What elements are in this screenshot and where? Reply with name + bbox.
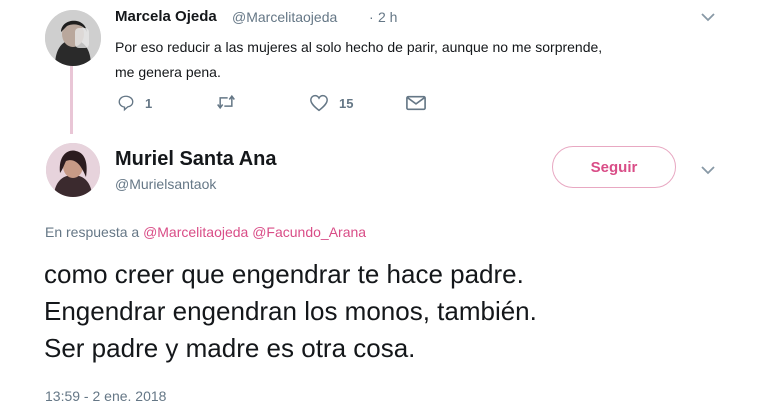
tweet-author-handle[interactable]: @Murielsantaok — [115, 176, 216, 192]
reply-icon — [118, 95, 134, 112]
tweet-text-line: como creer que engendrar te hace padre. — [44, 259, 524, 289]
tweet-text-line: Engendrar engendran los monos, también. — [44, 296, 537, 326]
reply-tweet-text: Por eso reducir a las mujeres al solo he… — [115, 35, 715, 85]
direct-message-button[interactable] — [406, 95, 426, 111]
tweet-timestamp[interactable]: 13:59 - 2 ene. 2018 — [45, 388, 166, 404]
reply-button[interactable]: 1 — [117, 94, 152, 112]
meta-separator: · — [369, 9, 374, 25]
chevron-down-icon — [701, 166, 715, 175]
tweet-text: como creer que engendrar te hace padre. … — [44, 256, 744, 367]
reply-text-line: me genera pena. — [115, 64, 221, 80]
in-reply-to-line: En respuesta a @Marcelitaojeda @Facundo_… — [45, 224, 366, 240]
chevron-down-icon — [701, 13, 715, 22]
reply-time[interactable]: 2 h — [378, 9, 397, 25]
tweet-more-menu[interactable] — [701, 162, 715, 178]
follow-button[interactable]: Seguir — [552, 146, 676, 188]
mention-link-marcela[interactable]: @Marcelitaojeda — [143, 224, 248, 240]
reply-author-name[interactable]: Marcela Ojeda — [115, 8, 217, 25]
tweet-text-line: Ser padre y madre es otra cosa. — [44, 333, 416, 363]
avatar-muriel[interactable] — [46, 143, 100, 197]
like-button[interactable]: 15 — [309, 94, 353, 112]
reply-author-handle[interactable]: @Marcelitaojeda — [232, 9, 337, 25]
tweet-author-name[interactable]: Muriel Santa Ana — [115, 148, 277, 171]
reply-count: 1 — [145, 95, 153, 111]
avatar-photo-muriel — [46, 143, 100, 197]
reply-more-menu[interactable] — [701, 9, 715, 25]
like-icon — [310, 94, 328, 112]
direct-message-icon — [406, 95, 426, 111]
mention-link-facundo[interactable]: @Facundo_Arana — [252, 224, 366, 240]
like-count: 15 — [339, 95, 354, 111]
reply-text-line: Por eso reducir a las mujeres al solo he… — [115, 39, 603, 55]
retweet-button[interactable] — [216, 94, 246, 110]
retweet-icon — [217, 94, 235, 110]
thread-connector-line — [70, 66, 73, 134]
reply-to-label: En respuesta a — [45, 224, 140, 240]
avatar-photo-marcela — [45, 10, 101, 66]
avatar-marcela[interactable] — [45, 10, 101, 66]
